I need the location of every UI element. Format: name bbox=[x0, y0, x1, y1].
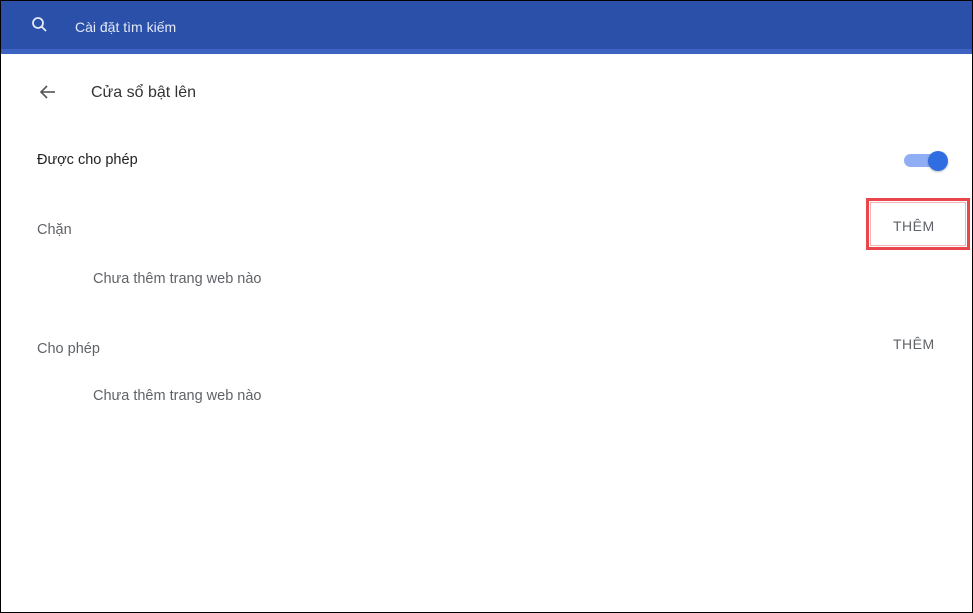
search-icon bbox=[32, 17, 47, 32]
search-input[interactable]: Cài đặt tìm kiếm bbox=[75, 18, 176, 36]
allowed-empty-text: Chưa thêm trang web nào bbox=[93, 388, 262, 404]
page-title: Cửa sổ bật lên bbox=[91, 84, 196, 101]
add-blocked-button[interactable]: THÊM bbox=[893, 217, 935, 235]
add-allowed-button[interactable]: THÊM bbox=[893, 335, 935, 353]
blocked-section-title: Chặn bbox=[37, 222, 72, 238]
allowed-setting-label: Được cho phép bbox=[37, 152, 138, 168]
toggle-knob bbox=[928, 151, 948, 171]
search-bar[interactable]: Cài đặt tìm kiếm bbox=[1, 1, 972, 49]
search-bar-underline bbox=[1, 49, 972, 54]
arrow-left-icon[interactable] bbox=[38, 82, 58, 102]
blocked-empty-text: Chưa thêm trang web nào bbox=[93, 271, 262, 287]
allowed-toggle[interactable] bbox=[902, 151, 948, 171]
allow-section-title: Cho phép bbox=[37, 341, 100, 357]
